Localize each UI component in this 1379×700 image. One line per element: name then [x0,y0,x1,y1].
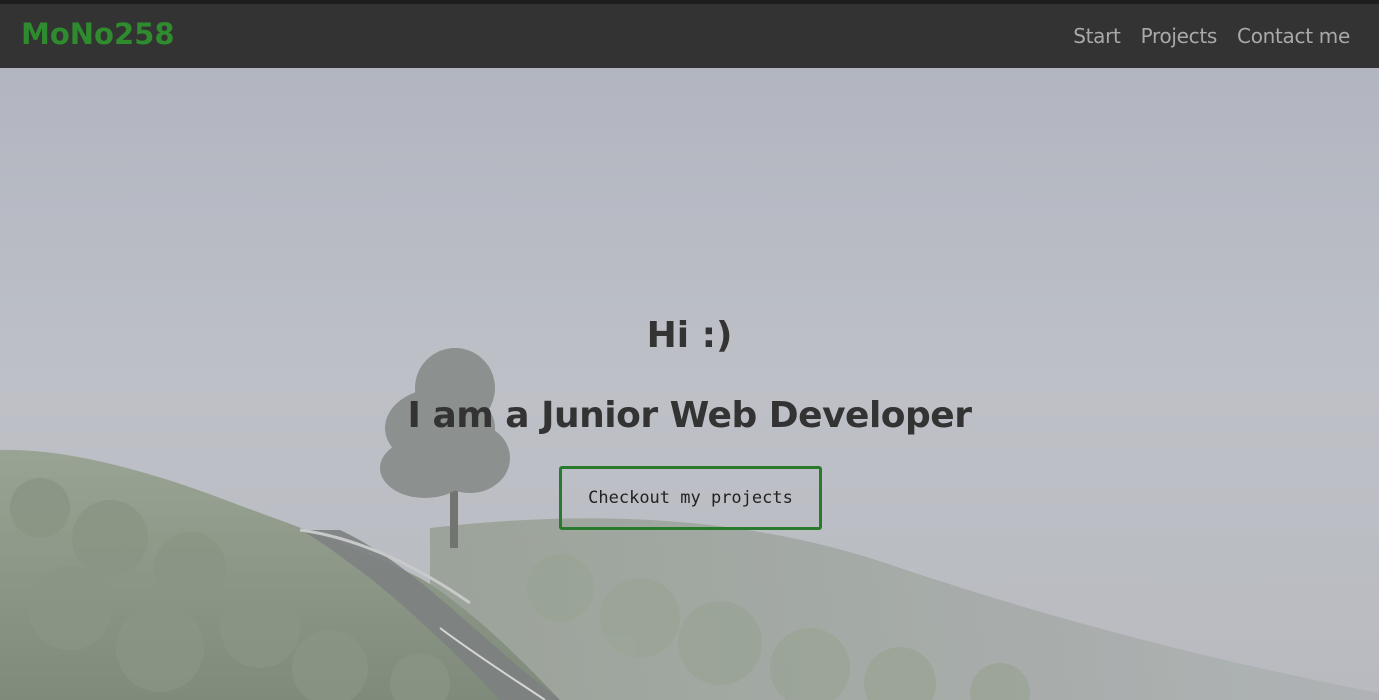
hero-content: Hi :) I am a Junior Web Developer Checko… [0,68,1379,700]
hero-subtitle: I am a Junior Web Developer [407,395,972,436]
navbar: MoNo258 Start Projects Contact me [0,4,1379,68]
nav-link-projects[interactable]: Projects [1141,22,1218,50]
hero-greeting: Hi :) [646,315,733,356]
nav-link-contact[interactable]: Contact me [1237,22,1350,50]
nav-links: Start Projects Contact me [1073,22,1350,50]
hero-section: Hi :) I am a Junior Web Developer Checko… [0,68,1379,700]
nav-link-start[interactable]: Start [1073,22,1121,50]
brand-logo[interactable]: MoNo258 [21,16,175,52]
checkout-projects-button[interactable]: Checkout my projects [559,466,822,530]
